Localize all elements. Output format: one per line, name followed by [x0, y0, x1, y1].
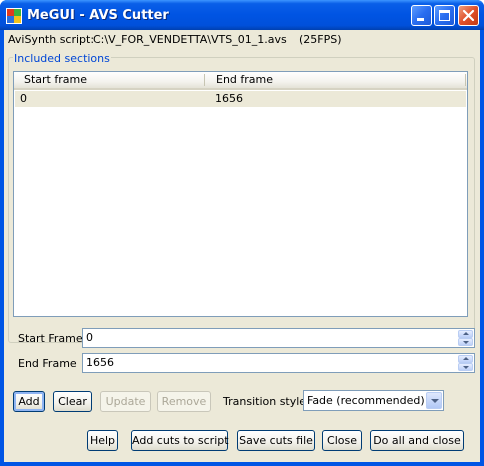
end-frame-stepper[interactable]: 1656: [82, 353, 475, 373]
avisynth-script-label: AviSynth script:: [8, 33, 95, 46]
do-all-and-close-button[interactable]: Do all and close: [370, 430, 464, 451]
start-frame-down-button[interactable]: [458, 338, 473, 346]
help-button[interactable]: Help: [87, 430, 118, 451]
chevron-down-icon: [431, 399, 439, 403]
client-area: AviSynth script: C:\V_FOR_VENDETTA\VTS_0…: [4, 30, 480, 462]
close-icon: [462, 9, 475, 22]
avisynth-script-fps: (25FPS): [299, 33, 342, 46]
end-frame-label: End Frame: [18, 357, 77, 370]
window-title: MeGUI - AVS Cutter: [27, 8, 169, 23]
close-button[interactable]: Close: [322, 430, 362, 451]
start-frame-value[interactable]: 0: [86, 329, 93, 347]
save-cuts-file-button[interactable]: Save cuts file: [237, 430, 315, 451]
avisynth-script-path: C:\V_FOR_VENDETTA\VTS_01_1.avs: [93, 33, 287, 46]
arrow-up-icon: [463, 357, 469, 360]
list-header: Start frame End frame: [14, 72, 467, 90]
start-frame-stepper[interactable]: 0: [82, 328, 475, 348]
transition-style-value: Fade (recommended): [307, 394, 425, 407]
update-button[interactable]: Update: [100, 391, 151, 412]
minimize-icon: [417, 18, 424, 21]
column-separator[interactable]: [204, 74, 205, 86]
included-sections-title: Included sections: [13, 52, 111, 65]
start-frame-spin-buttons: [458, 330, 473, 346]
close-window-button[interactable]: [458, 5, 479, 26]
row-end-frame: 1656: [215, 92, 243, 105]
start-frame-label: Start Frame: [18, 332, 83, 345]
list-item[interactable]: 0 1656: [15, 91, 466, 107]
end-frame-down-button[interactable]: [458, 363, 473, 371]
column-header-start-frame[interactable]: Start frame: [18, 72, 203, 88]
minimize-button[interactable]: [411, 5, 432, 26]
app-icon: [6, 8, 22, 24]
end-frame-spin-buttons: [458, 355, 473, 371]
sections-list[interactable]: Start frame End frame 0 1656: [13, 71, 468, 317]
avs-cutter-window: MeGUI - AVS Cutter AviSynth script: C:\V…: [0, 0, 484, 466]
title-bar[interactable]: MeGUI - AVS Cutter: [0, 0, 484, 30]
clear-button[interactable]: Clear: [53, 391, 92, 412]
remove-button[interactable]: Remove: [157, 391, 211, 412]
arrow-down-icon: [463, 341, 469, 344]
column-separator[interactable]: [465, 74, 466, 86]
arrow-up-icon: [463, 332, 469, 335]
transition-style-dropdown-button[interactable]: [426, 392, 442, 409]
add-button[interactable]: Add: [13, 391, 45, 412]
add-cuts-to-script-button[interactable]: Add cuts to script: [131, 430, 229, 451]
maximize-button[interactable]: [434, 5, 455, 26]
transition-style-label: Transition style: [223, 395, 307, 408]
start-frame-up-button[interactable]: [458, 330, 473, 338]
column-header-end-frame[interactable]: End frame: [210, 72, 460, 88]
end-frame-value[interactable]: 1656: [86, 354, 114, 372]
row-start-frame: 0: [20, 92, 27, 105]
transition-style-select[interactable]: Fade (recommended): [303, 390, 444, 411]
arrow-down-icon: [463, 366, 469, 369]
end-frame-up-button[interactable]: [458, 355, 473, 363]
maximize-icon: [439, 10, 450, 21]
